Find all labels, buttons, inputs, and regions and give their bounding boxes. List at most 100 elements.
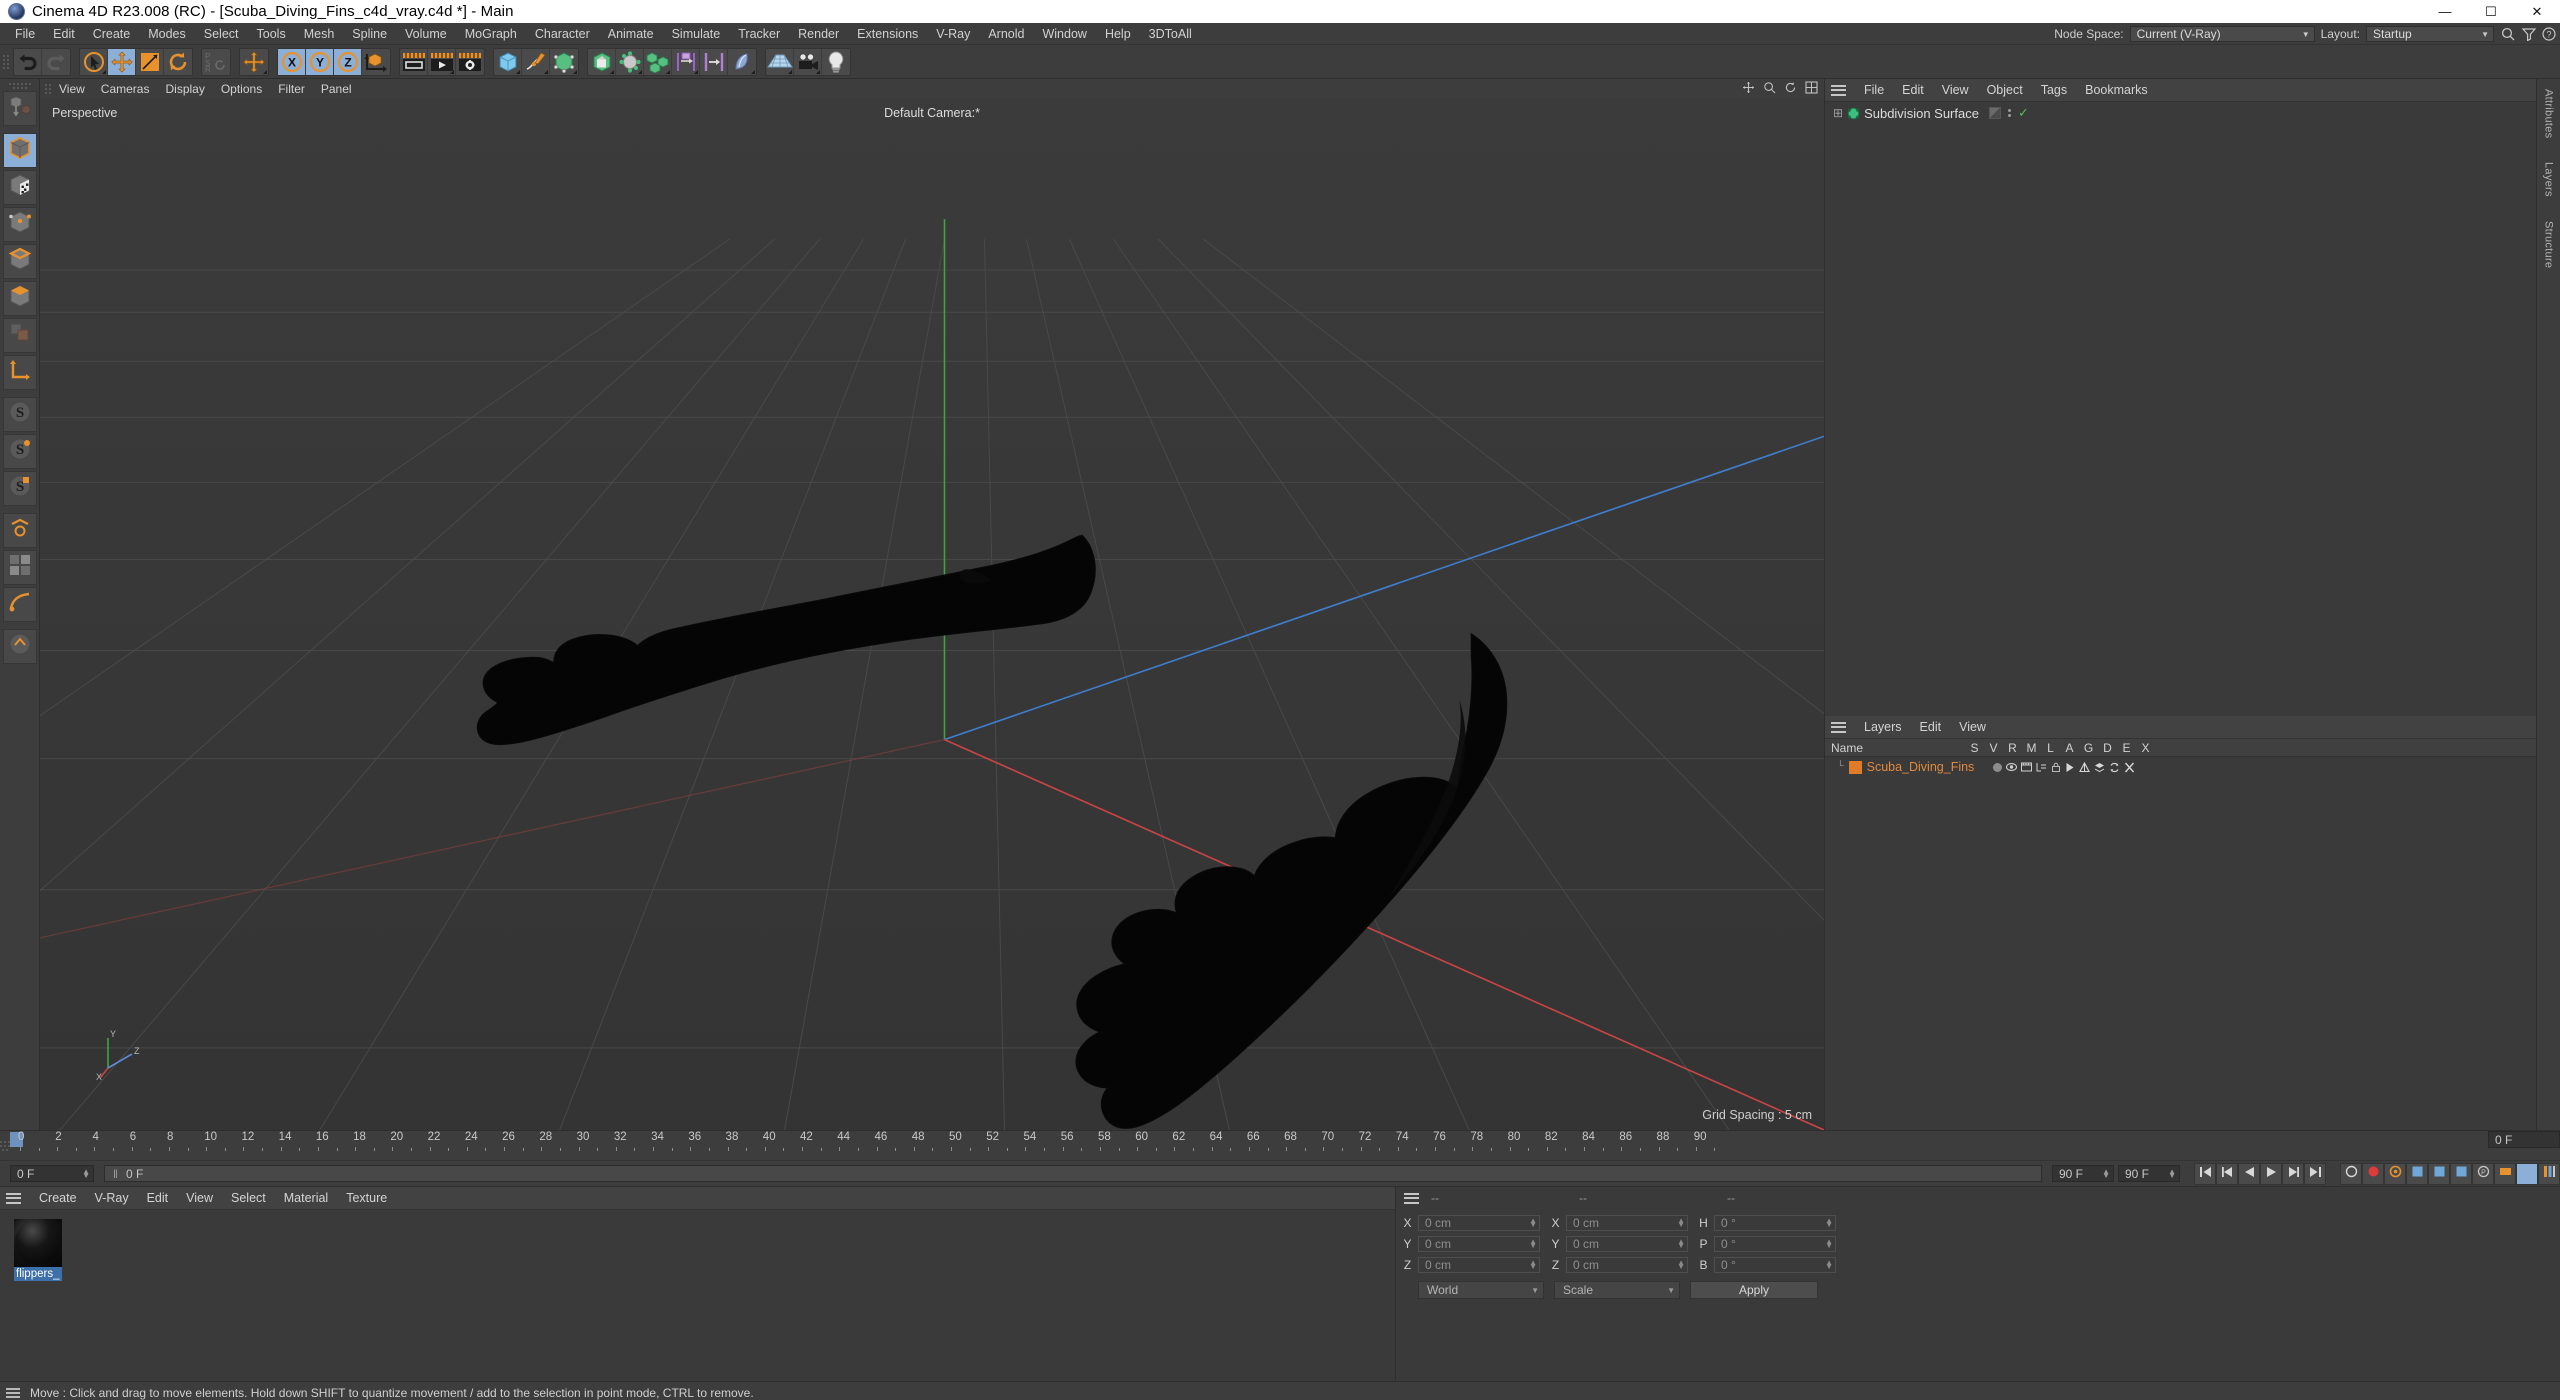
viewport-menu-panel[interactable]: Panel [313, 81, 360, 97]
layer-column-m[interactable]: M [2022, 741, 2041, 755]
menu-render[interactable]: Render [789, 25, 848, 43]
object-manager-menu-icon[interactable] [1831, 84, 1846, 96]
size-x-field[interactable]: 0 cm ▲ ▼ [1566, 1215, 1688, 1231]
object-manager-menu-bookmarks[interactable]: Bookmarks [2076, 82, 2157, 98]
add-floor-button[interactable] [766, 48, 794, 75]
lock-x-axis[interactable]: X [278, 48, 306, 75]
apply-button[interactable]: Apply [1690, 1281, 1818, 1299]
pan-view-icon[interactable] [1742, 81, 1755, 94]
psr-lock[interactable]: PSR [202, 49, 230, 75]
add-array-button[interactable] [588, 48, 616, 75]
rotate-view-icon[interactable] [1784, 81, 1797, 94]
submenu-corner-icon[interactable] [666, 69, 670, 74]
layer-column-x[interactable]: X [2136, 741, 2155, 755]
submenu-corner-icon[interactable] [450, 69, 454, 74]
menu-volume[interactable]: Volume [396, 25, 456, 43]
coordinate-system-select[interactable]: World ▼ [1418, 1281, 1544, 1299]
layer-column-s[interactable]: S [1965, 741, 1984, 755]
submenu-corner-icon[interactable] [788, 69, 792, 74]
object-manager[interactable]: ⊞ Subdivision Surface ✓ [1825, 102, 2536, 716]
viewport-3d[interactable]: Perspective Default Camera:* Grid Spacin… [40, 99, 1824, 1130]
viewport-menu-cameras[interactable]: Cameras [93, 81, 158, 97]
xpresso-icon[interactable] [2124, 762, 2135, 773]
scale-tool[interactable] [136, 48, 164, 75]
snap-settings[interactable]: S [2, 434, 37, 469]
viewport-scene[interactable] [40, 99, 1824, 1130]
scale-mode-select[interactable]: Scale ▼ [1554, 1281, 1680, 1299]
range-start-field[interactable]: 90 F ▲ ▼ [2052, 1165, 2114, 1182]
keyframe-select-toggle[interactable] [2516, 1162, 2538, 1185]
object-manager-menu-file[interactable]: File [1855, 82, 1893, 98]
stepper-icon[interactable]: ▲ ▼ [1825, 1217, 1833, 1229]
stepper-icon[interactable]: ▲ ▼ [1529, 1238, 1537, 1250]
eye-icon[interactable] [2006, 762, 2018, 772]
render-icon[interactable] [2021, 762, 2033, 772]
size-y-field[interactable]: 0 cm ▲ ▼ [1566, 1236, 1688, 1252]
texture-tile[interactable] [2, 550, 37, 585]
submenu-corner-icon[interactable] [263, 69, 267, 74]
material-menu-create[interactable]: Create [30, 1190, 86, 1206]
rotate-tool[interactable] [164, 49, 192, 75]
play-reverse-button[interactable] [2238, 1162, 2260, 1185]
render-settings-button[interactable] [456, 49, 484, 75]
expression-icon[interactable] [2109, 762, 2120, 773]
submenu-corner-icon[interactable] [573, 69, 577, 74]
points-mode[interactable] [2, 207, 37, 242]
scale-key-toggle[interactable] [2428, 1162, 2450, 1185]
minimize-button[interactable]: — [2422, 0, 2468, 23]
menu-create[interactable]: Create [84, 25, 140, 43]
lock-icon[interactable] [2051, 762, 2061, 772]
undo-button[interactable] [14, 48, 42, 75]
layer-column-name[interactable]: Name [1825, 741, 1965, 755]
menu-simulate[interactable]: Simulate [663, 25, 730, 43]
object-manager-menu-tags[interactable]: Tags [2032, 82, 2076, 98]
stepper-icon[interactable]: ▲ ▼ [1529, 1259, 1537, 1271]
timeline-drag-handle[interactable] [0, 1133, 10, 1159]
deformer-icon[interactable] [2094, 762, 2105, 773]
add-modifier-button[interactable] [728, 49, 756, 75]
object-tag-icon[interactable] [1988, 107, 2001, 119]
material-menu-select[interactable]: Select [222, 1190, 275, 1206]
window-controls[interactable]: — ☐ ✕ [2422, 0, 2560, 23]
submenu-corner-icon[interactable] [751, 69, 755, 74]
coordinate-menu-icon[interactable] [1404, 1192, 1419, 1204]
stepper-icon[interactable]: ▲ ▼ [1677, 1217, 1685, 1229]
timeline-end-frame-field[interactable]: 0 F [2488, 1131, 2560, 1148]
menu-spline[interactable]: Spline [343, 25, 396, 43]
select-tool[interactable] [80, 48, 108, 75]
record-button[interactable] [2362, 1162, 2384, 1185]
range-end-field[interactable]: 90 F ▲ ▼ [2118, 1165, 2180, 1182]
viewport-menu-filter[interactable]: Filter [270, 81, 313, 97]
filter-icon[interactable] [2522, 27, 2536, 41]
rotation-b-field[interactable]: 0 ° ▲ ▼ [1714, 1257, 1836, 1273]
maximize-view-icon[interactable] [1805, 81, 1818, 94]
timeline-toggle[interactable] [2538, 1162, 2560, 1185]
material-swatch-area[interactable]: flippers_ [0, 1210, 1395, 1281]
layers-menu-icon[interactable] [1831, 721, 1846, 733]
polygons-mode[interactable] [2, 281, 37, 316]
menu-3dtoall[interactable]: 3DToAll [1140, 25, 1201, 43]
menu-v-ray[interactable]: V-Ray [927, 25, 979, 43]
goto-start-button[interactable] [2194, 1162, 2216, 1185]
add-scene-button[interactable] [644, 48, 672, 75]
search-icon[interactable] [2500, 26, 2516, 42]
animation-icon[interactable] [2065, 762, 2075, 773]
submenu-corner-icon[interactable] [638, 69, 642, 74]
stepper-icon[interactable]: ▲ ▼ [82, 1167, 90, 1179]
timeline-ruler[interactable]: 0 2 4 6 8 10 12 14 16 18 20 22 24 26 28 30 32 34 36 38 40 42 4… [10, 1131, 2484, 1159]
node-space-select[interactable]: Current (V-Ray) ▼ [2129, 26, 2315, 42]
vertical-tab-attributes[interactable]: Attributes [2543, 89, 2555, 138]
submenu-corner-icon[interactable] [516, 69, 520, 74]
viewport-menu-view[interactable]: View [51, 81, 93, 97]
object-mode[interactable] [2, 133, 37, 168]
help-icon[interactable]: ? [2542, 27, 2556, 41]
layer-manager[interactable]: Name S V R M L A G D E X └ Scuba_Diving_Fins [1825, 739, 2536, 1130]
layer-row[interactable]: └ Scuba_Diving_Fins [1825, 757, 2536, 777]
timeline-ruler-bar[interactable]: 0 2 4 6 8 10 12 14 16 18 20 22 24 26 28 30 32 34 36 38 40 42 4… [0, 1130, 2560, 1160]
layers-menu-layers[interactable]: Layers [1855, 719, 1911, 735]
layer-color-swatch[interactable] [1848, 760, 1862, 774]
add-cube-button[interactable] [494, 48, 522, 75]
left-palette-drag-handle[interactable] [8, 81, 32, 90]
coordinate-system-toggle[interactable] [362, 49, 390, 75]
viewport-drag-handle[interactable] [44, 81, 51, 97]
